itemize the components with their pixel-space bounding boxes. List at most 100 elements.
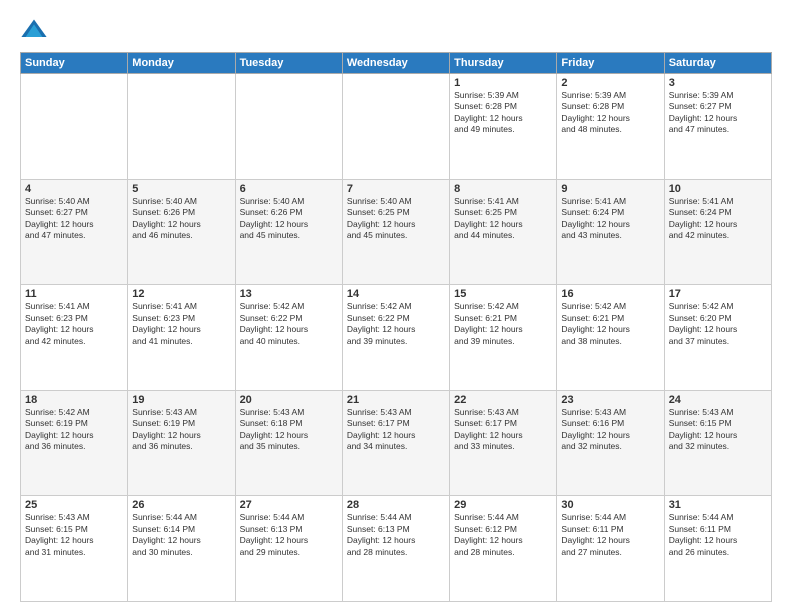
col-header-thursday: Thursday [450,53,557,74]
day-number: 3 [669,77,767,89]
day-info: Sunrise: 5:44 AM Sunset: 6:11 PM Dayligh… [561,512,659,558]
day-info: Sunrise: 5:42 AM Sunset: 6:22 PM Dayligh… [240,301,338,347]
day-info: Sunrise: 5:43 AM Sunset: 6:17 PM Dayligh… [454,407,552,453]
day-info: Sunrise: 5:40 AM Sunset: 6:27 PM Dayligh… [25,196,123,242]
day-cell: 20Sunrise: 5:43 AM Sunset: 6:18 PM Dayli… [235,390,342,496]
day-info: Sunrise: 5:43 AM Sunset: 6:17 PM Dayligh… [347,407,445,453]
day-number: 28 [347,499,445,511]
day-number: 13 [240,288,338,300]
day-info: Sunrise: 5:42 AM Sunset: 6:20 PM Dayligh… [669,301,767,347]
day-number: 11 [25,288,123,300]
day-info: Sunrise: 5:40 AM Sunset: 6:25 PM Dayligh… [347,196,445,242]
week-row-3: 11Sunrise: 5:41 AM Sunset: 6:23 PM Dayli… [21,285,772,391]
page: SundayMondayTuesdayWednesdayThursdayFrid… [0,0,792,612]
day-number: 29 [454,499,552,511]
day-number: 2 [561,77,659,89]
calendar-table: SundayMondayTuesdayWednesdayThursdayFrid… [20,52,772,602]
day-info: Sunrise: 5:43 AM Sunset: 6:16 PM Dayligh… [561,407,659,453]
day-info: Sunrise: 5:42 AM Sunset: 6:21 PM Dayligh… [454,301,552,347]
day-cell: 10Sunrise: 5:41 AM Sunset: 6:24 PM Dayli… [664,179,771,285]
day-info: Sunrise: 5:39 AM Sunset: 6:28 PM Dayligh… [561,90,659,136]
day-info: Sunrise: 5:43 AM Sunset: 6:18 PM Dayligh… [240,407,338,453]
day-info: Sunrise: 5:43 AM Sunset: 6:15 PM Dayligh… [669,407,767,453]
day-cell [235,74,342,180]
day-cell: 6Sunrise: 5:40 AM Sunset: 6:26 PM Daylig… [235,179,342,285]
day-cell [342,74,449,180]
day-cell: 30Sunrise: 5:44 AM Sunset: 6:11 PM Dayli… [557,496,664,602]
day-cell: 31Sunrise: 5:44 AM Sunset: 6:11 PM Dayli… [664,496,771,602]
day-info: Sunrise: 5:39 AM Sunset: 6:27 PM Dayligh… [669,90,767,136]
day-number: 8 [454,183,552,195]
day-number: 31 [669,499,767,511]
day-number: 14 [347,288,445,300]
day-number: 19 [132,394,230,406]
day-info: Sunrise: 5:41 AM Sunset: 6:24 PM Dayligh… [561,196,659,242]
day-cell: 18Sunrise: 5:42 AM Sunset: 6:19 PM Dayli… [21,390,128,496]
day-number: 26 [132,499,230,511]
day-info: Sunrise: 5:42 AM Sunset: 6:19 PM Dayligh… [25,407,123,453]
col-header-tuesday: Tuesday [235,53,342,74]
day-cell: 4Sunrise: 5:40 AM Sunset: 6:27 PM Daylig… [21,179,128,285]
day-cell: 15Sunrise: 5:42 AM Sunset: 6:21 PM Dayli… [450,285,557,391]
day-info: Sunrise: 5:41 AM Sunset: 6:24 PM Dayligh… [669,196,767,242]
col-header-friday: Friday [557,53,664,74]
day-cell: 12Sunrise: 5:41 AM Sunset: 6:23 PM Dayli… [128,285,235,391]
day-cell [128,74,235,180]
day-cell: 14Sunrise: 5:42 AM Sunset: 6:22 PM Dayli… [342,285,449,391]
day-cell: 11Sunrise: 5:41 AM Sunset: 6:23 PM Dayli… [21,285,128,391]
day-cell: 29Sunrise: 5:44 AM Sunset: 6:12 PM Dayli… [450,496,557,602]
day-cell: 8Sunrise: 5:41 AM Sunset: 6:25 PM Daylig… [450,179,557,285]
day-number: 22 [454,394,552,406]
day-number: 21 [347,394,445,406]
day-info: Sunrise: 5:40 AM Sunset: 6:26 PM Dayligh… [240,196,338,242]
day-cell: 24Sunrise: 5:43 AM Sunset: 6:15 PM Dayli… [664,390,771,496]
day-cell: 3Sunrise: 5:39 AM Sunset: 6:27 PM Daylig… [664,74,771,180]
day-number: 27 [240,499,338,511]
day-cell: 13Sunrise: 5:42 AM Sunset: 6:22 PM Dayli… [235,285,342,391]
day-cell: 26Sunrise: 5:44 AM Sunset: 6:14 PM Dayli… [128,496,235,602]
day-cell: 2Sunrise: 5:39 AM Sunset: 6:28 PM Daylig… [557,74,664,180]
col-header-wednesday: Wednesday [342,53,449,74]
day-info: Sunrise: 5:41 AM Sunset: 6:23 PM Dayligh… [132,301,230,347]
day-cell: 16Sunrise: 5:42 AM Sunset: 6:21 PM Dayli… [557,285,664,391]
day-cell: 22Sunrise: 5:43 AM Sunset: 6:17 PM Dayli… [450,390,557,496]
logo [20,16,52,44]
day-info: Sunrise: 5:44 AM Sunset: 6:13 PM Dayligh… [347,512,445,558]
day-info: Sunrise: 5:44 AM Sunset: 6:14 PM Dayligh… [132,512,230,558]
day-number: 15 [454,288,552,300]
day-info: Sunrise: 5:43 AM Sunset: 6:15 PM Dayligh… [25,512,123,558]
col-header-monday: Monday [128,53,235,74]
day-number: 30 [561,499,659,511]
week-row-4: 18Sunrise: 5:42 AM Sunset: 6:19 PM Dayli… [21,390,772,496]
day-cell: 19Sunrise: 5:43 AM Sunset: 6:19 PM Dayli… [128,390,235,496]
day-info: Sunrise: 5:44 AM Sunset: 6:11 PM Dayligh… [669,512,767,558]
day-info: Sunrise: 5:44 AM Sunset: 6:12 PM Dayligh… [454,512,552,558]
day-info: Sunrise: 5:44 AM Sunset: 6:13 PM Dayligh… [240,512,338,558]
day-number: 4 [25,183,123,195]
day-info: Sunrise: 5:40 AM Sunset: 6:26 PM Dayligh… [132,196,230,242]
day-number: 9 [561,183,659,195]
day-cell: 28Sunrise: 5:44 AM Sunset: 6:13 PM Dayli… [342,496,449,602]
day-number: 24 [669,394,767,406]
day-number: 7 [347,183,445,195]
day-cell: 27Sunrise: 5:44 AM Sunset: 6:13 PM Dayli… [235,496,342,602]
week-row-1: 1Sunrise: 5:39 AM Sunset: 6:28 PM Daylig… [21,74,772,180]
week-row-2: 4Sunrise: 5:40 AM Sunset: 6:27 PM Daylig… [21,179,772,285]
day-number: 5 [132,183,230,195]
day-info: Sunrise: 5:41 AM Sunset: 6:23 PM Dayligh… [25,301,123,347]
day-cell: 1Sunrise: 5:39 AM Sunset: 6:28 PM Daylig… [450,74,557,180]
day-number: 20 [240,394,338,406]
day-info: Sunrise: 5:43 AM Sunset: 6:19 PM Dayligh… [132,407,230,453]
day-info: Sunrise: 5:42 AM Sunset: 6:22 PM Dayligh… [347,301,445,347]
header [20,16,772,44]
day-number: 6 [240,183,338,195]
day-info: Sunrise: 5:42 AM Sunset: 6:21 PM Dayligh… [561,301,659,347]
day-number: 16 [561,288,659,300]
logo-icon [20,16,48,44]
day-number: 18 [25,394,123,406]
day-cell: 7Sunrise: 5:40 AM Sunset: 6:25 PM Daylig… [342,179,449,285]
col-header-saturday: Saturday [664,53,771,74]
col-header-sunday: Sunday [21,53,128,74]
day-number: 17 [669,288,767,300]
day-cell: 25Sunrise: 5:43 AM Sunset: 6:15 PM Dayli… [21,496,128,602]
